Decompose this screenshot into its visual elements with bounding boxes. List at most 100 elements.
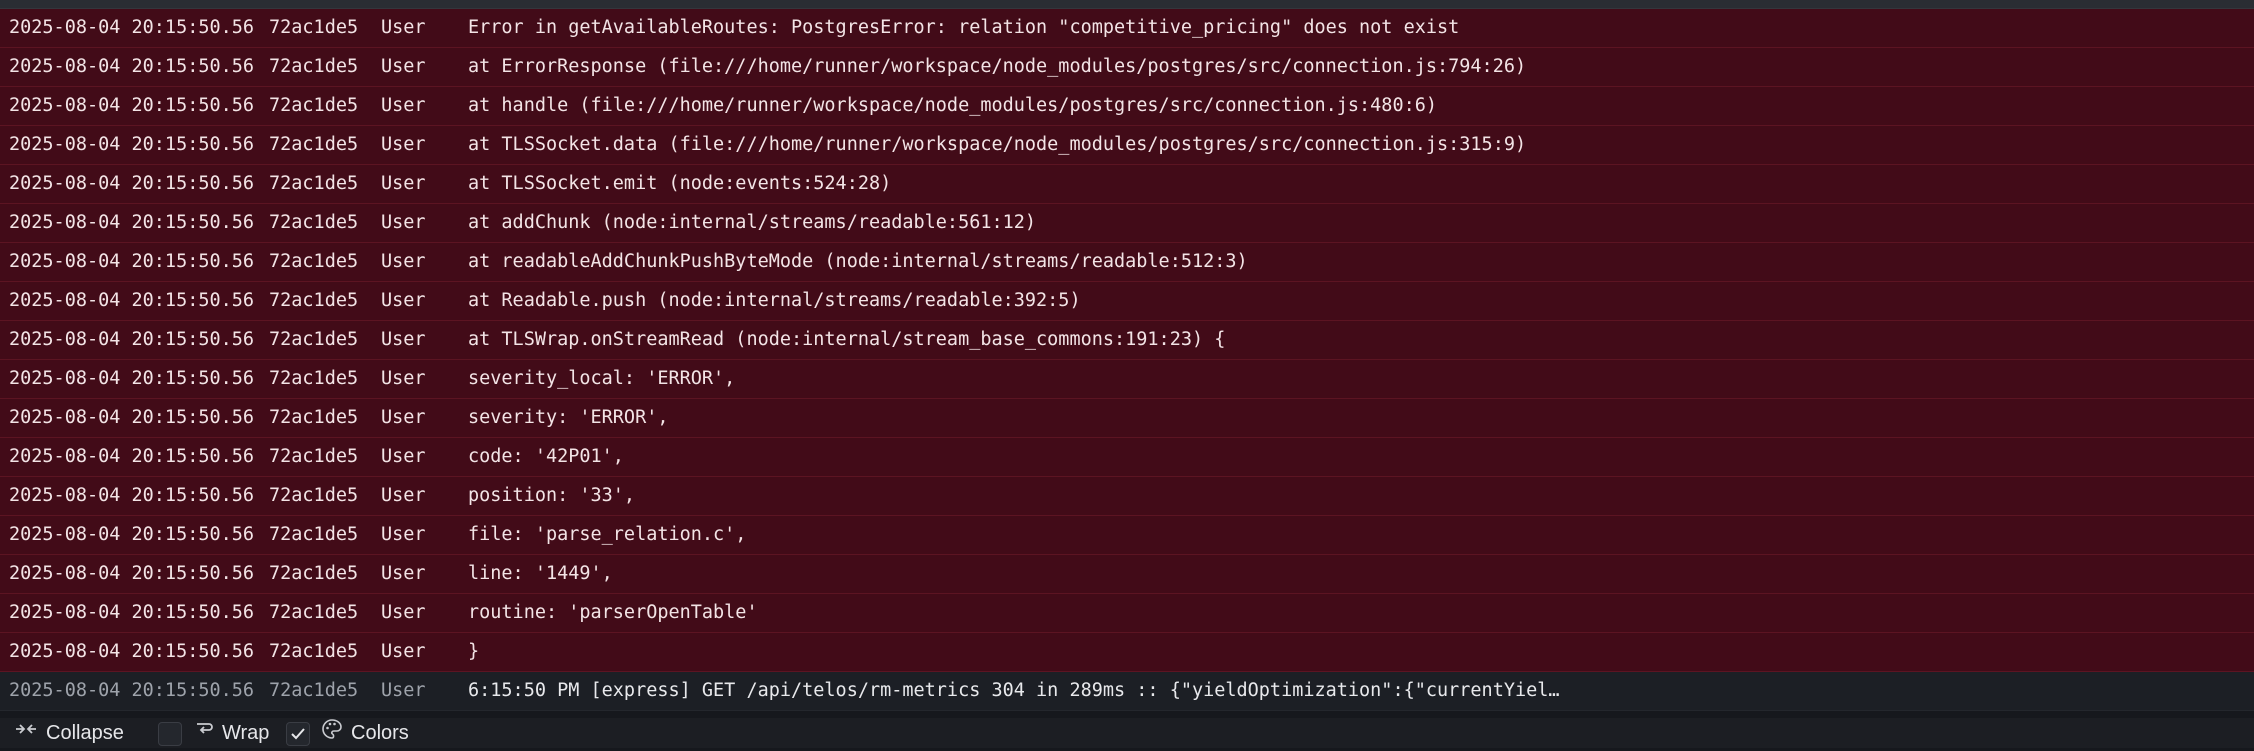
log-source: User — [381, 251, 426, 272]
log-row: 2025-08-04 20:15:50.56 72ac1de5 User lin… — [0, 555, 2254, 594]
log-timestamp: 2025-08-04 20:15:50.56 — [9, 407, 255, 428]
log-source: User — [381, 446, 426, 467]
log-id: 72ac1de5 — [269, 212, 359, 233]
log-timestamp: 2025-08-04 20:15:50.56 — [9, 680, 255, 701]
log-message: routine: 'parserOpenTable' — [468, 602, 758, 623]
log-row: 2025-08-04 20:15:50.56 72ac1de5 User rou… — [0, 594, 2254, 633]
log-timestamp: 2025-08-04 20:15:50.56 — [9, 95, 255, 116]
colors-label: Colors — [351, 722, 409, 744]
log-message: at addChunk (node:internal/streams/reada… — [468, 212, 1037, 233]
log-id: 72ac1de5 — [269, 56, 359, 77]
log-id: 72ac1de5 — [269, 680, 359, 701]
log-id: 72ac1de5 — [269, 563, 359, 584]
log-row: 2025-08-04 20:15:50.56 72ac1de5 User at … — [0, 165, 2254, 204]
log-timestamp: 2025-08-04 20:15:50.56 — [9, 290, 255, 311]
log-message: severity: 'ERROR', — [468, 407, 669, 428]
log-row: 2025-08-04 20:15:50.56 72ac1de5 User 6:1… — [0, 672, 2254, 711]
log-source: User — [381, 290, 426, 311]
log-timestamp: 2025-08-04 20:15:50.56 — [9, 56, 255, 77]
log-message: line: '1449', — [468, 563, 613, 584]
log-message: at TLSSocket.data (file:///home/runner/w… — [468, 134, 1527, 155]
log-id: 72ac1de5 — [269, 173, 359, 194]
log-row: 2025-08-04 20:15:50.56 72ac1de5 User fil… — [0, 516, 2254, 555]
log-source: User — [381, 56, 426, 77]
log-toolbar: Collapse Wrap Colors — [0, 718, 2254, 748]
log-id: 72ac1de5 — [269, 95, 359, 116]
log-message: at TLSWrap.onStreamRead (node:internal/s… — [468, 329, 1226, 350]
log-timestamp: 2025-08-04 20:15:50.56 — [9, 563, 255, 584]
log-id: 72ac1de5 — [269, 368, 359, 389]
log-id: 72ac1de5 — [269, 290, 359, 311]
log-source: User — [381, 485, 426, 506]
log-message: } — [468, 641, 480, 662]
log-row: 2025-08-04 20:15:50.56 72ac1de5 User cod… — [0, 438, 2254, 477]
top-strip — [0, 0, 2254, 9]
log-list: 2025-08-04 20:15:50.56 72ac1de5 User Err… — [0, 9, 2254, 711]
log-message: at readableAddChunkPushByteMode (node:in… — [468, 251, 1248, 272]
log-source: User — [381, 563, 426, 584]
log-message: at handle (file:///home/runner/workspace… — [468, 95, 1438, 116]
log-timestamp: 2025-08-04 20:15:50.56 — [9, 329, 255, 350]
log-row: 2025-08-04 20:15:50.56 72ac1de5 User at … — [0, 204, 2254, 243]
log-row: 2025-08-04 20:15:50.56 72ac1de5 User sev… — [0, 360, 2254, 399]
log-row: 2025-08-04 20:15:50.56 72ac1de5 User at … — [0, 48, 2254, 87]
log-timestamp: 2025-08-04 20:15:50.56 — [9, 602, 255, 623]
log-source: User — [381, 680, 426, 701]
log-id: 72ac1de5 — [269, 134, 359, 155]
log-timestamp: 2025-08-04 20:15:50.56 — [9, 368, 255, 389]
log-row: 2025-08-04 20:15:50.56 72ac1de5 User Err… — [0, 9, 2254, 48]
log-source: User — [381, 524, 426, 545]
log-timestamp: 2025-08-04 20:15:50.56 — [9, 485, 255, 506]
log-timestamp: 2025-08-04 20:15:50.56 — [9, 134, 255, 155]
log-message: code: '42P01', — [468, 446, 624, 467]
log-row: 2025-08-04 20:15:50.56 72ac1de5 User } — [0, 633, 2254, 672]
log-timestamp: 2025-08-04 20:15:50.56 — [9, 446, 255, 467]
log-timestamp: 2025-08-04 20:15:50.56 — [9, 17, 255, 38]
log-source: User — [381, 329, 426, 350]
log-id: 72ac1de5 — [269, 602, 359, 623]
log-id: 72ac1de5 — [269, 17, 359, 38]
log-id: 72ac1de5 — [269, 251, 359, 272]
log-source: User — [381, 134, 426, 155]
log-row: 2025-08-04 20:15:50.56 72ac1de5 User at … — [0, 87, 2254, 126]
log-row: 2025-08-04 20:15:50.56 72ac1de5 User at … — [0, 321, 2254, 360]
log-row: 2025-08-04 20:15:50.56 72ac1de5 User sev… — [0, 399, 2254, 438]
log-source: User — [381, 17, 426, 38]
log-source: User — [381, 173, 426, 194]
log-source: User — [381, 368, 426, 389]
wrap-icon — [194, 718, 214, 748]
log-message: at TLSSocket.emit (node:events:524:28) — [468, 173, 892, 194]
log-id: 72ac1de5 — [269, 446, 359, 467]
log-timestamp: 2025-08-04 20:15:50.56 — [9, 212, 255, 233]
log-row: 2025-08-04 20:15:50.56 72ac1de5 User pos… — [0, 477, 2254, 516]
log-row: 2025-08-04 20:15:50.56 72ac1de5 User at … — [0, 126, 2254, 165]
wrap-toggle[interactable]: Wrap — [194, 718, 269, 748]
log-message: at Readable.push (node:internal/streams/… — [468, 290, 1081, 311]
colors-toggle[interactable]: Colors — [321, 718, 409, 748]
log-timestamp: 2025-08-04 20:15:50.56 — [9, 251, 255, 272]
collapse-icon — [14, 718, 38, 748]
wrap-checkbox[interactable] — [158, 722, 182, 746]
log-id: 72ac1de5 — [269, 407, 359, 428]
collapse-label: Collapse — [46, 722, 124, 744]
log-source: User — [381, 95, 426, 116]
log-message: file: 'parse_relation.c', — [468, 524, 747, 545]
collapse-button[interactable]: Collapse — [14, 718, 124, 748]
colors-checkbox[interactable] — [286, 722, 310, 746]
log-message: at ErrorResponse (file:///home/runner/wo… — [468, 56, 1527, 77]
log-id: 72ac1de5 — [269, 641, 359, 662]
log-message: Error in getAvailableRoutes: PostgresErr… — [468, 17, 1460, 38]
log-source: User — [381, 602, 426, 623]
log-row: 2025-08-04 20:15:50.56 72ac1de5 User at … — [0, 282, 2254, 321]
log-message: position: '33', — [468, 485, 636, 506]
wrap-label: Wrap — [222, 722, 270, 744]
log-source: User — [381, 407, 426, 428]
check-icon — [291, 728, 305, 740]
log-id: 72ac1de5 — [269, 524, 359, 545]
log-message: severity_local: 'ERROR', — [468, 368, 736, 389]
palette-icon — [321, 718, 343, 749]
log-source: User — [381, 641, 426, 662]
log-message: 6:15:50 PM [express] GET /api/telos/rm-m… — [468, 680, 1568, 701]
log-id: 72ac1de5 — [269, 329, 359, 350]
log-timestamp: 2025-08-04 20:15:50.56 — [9, 173, 255, 194]
